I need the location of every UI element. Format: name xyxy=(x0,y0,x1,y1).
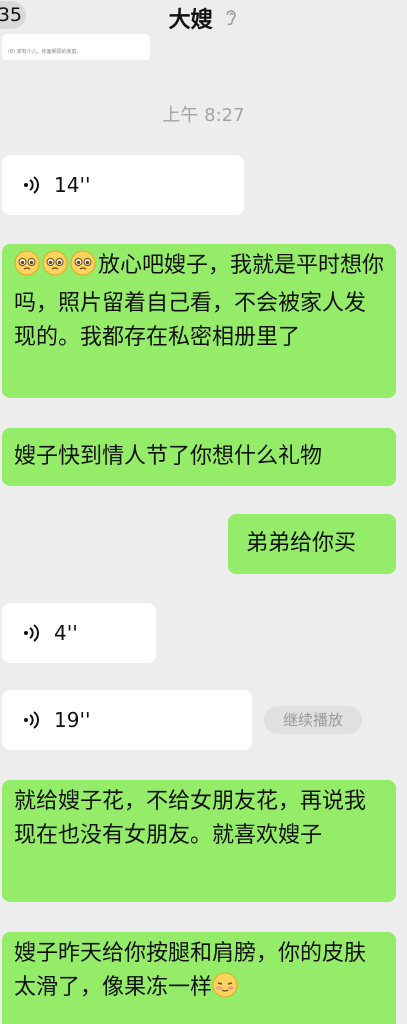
chat-title-wrap: 大嫂 xyxy=(0,2,407,34)
voice-wave-icon xyxy=(24,624,39,642)
ear-icon xyxy=(224,8,238,34)
voice-message-bubble[interactable]: 14'' xyxy=(2,155,244,215)
voice-message-bubble[interactable]: 4'' xyxy=(2,603,156,663)
message-text: 就给嫂子花，不给女朋友花，再说我现在也没有女朋友。就喜欢嫂子 xyxy=(14,789,367,848)
continue-playback-button[interactable]: 继续播放 xyxy=(264,706,362,734)
time-separator: 上午 8:27 xyxy=(162,105,245,126)
card-snippet-text: (8) 家有小儿，体面朝阳的家庭。 xyxy=(8,49,82,55)
pleading-face-emoji xyxy=(70,250,98,287)
pleading-face-emoji xyxy=(14,250,42,287)
text-message-bubble[interactable]: 弟弟给你买 xyxy=(228,514,396,574)
voice-duration: 4'' xyxy=(54,621,78,645)
message-text: 嫂子快到情人节了你想什么礼物 xyxy=(14,444,323,469)
chat-header: 35 大嫂 xyxy=(0,0,407,34)
shared-card-snippet[interactable]: (8) 家有小儿，体面朝阳的家庭。 xyxy=(2,34,150,60)
voice-duration: 14'' xyxy=(54,173,91,197)
message-text: 弟弟给你买 xyxy=(246,531,357,556)
text-message-bubble[interactable]: 就给嫂子花，不给女朋友花，再说我现在也没有女朋友。就喜欢嫂子 xyxy=(2,780,396,902)
chat-title: 大嫂 xyxy=(168,8,213,33)
voice-duration: 19'' xyxy=(54,708,91,732)
shy-face-emoji xyxy=(212,972,238,1009)
text-message-bubble[interactable]: 嫂子昨天给你按腿和肩膀，你的皮肤太滑了，像果冻一样 xyxy=(2,932,396,1024)
text-message-bubble[interactable]: 嫂子快到情人节了你想什么礼物 xyxy=(2,428,396,486)
text-message-bubble[interactable]: 放心吧嫂子，我就是平时想你吗，照片留着自己看，不会被家人发现的。我都存在私密相册… xyxy=(2,244,396,398)
voice-message-bubble[interactable]: 19'' xyxy=(2,690,252,750)
message-text: 嫂子昨天给你按腿和肩膀，你的皮肤太滑了，像果冻一样 xyxy=(14,941,367,1000)
voice-wave-icon xyxy=(24,711,39,729)
voice-wave-icon xyxy=(24,176,39,194)
pleading-face-emoji xyxy=(42,250,70,287)
